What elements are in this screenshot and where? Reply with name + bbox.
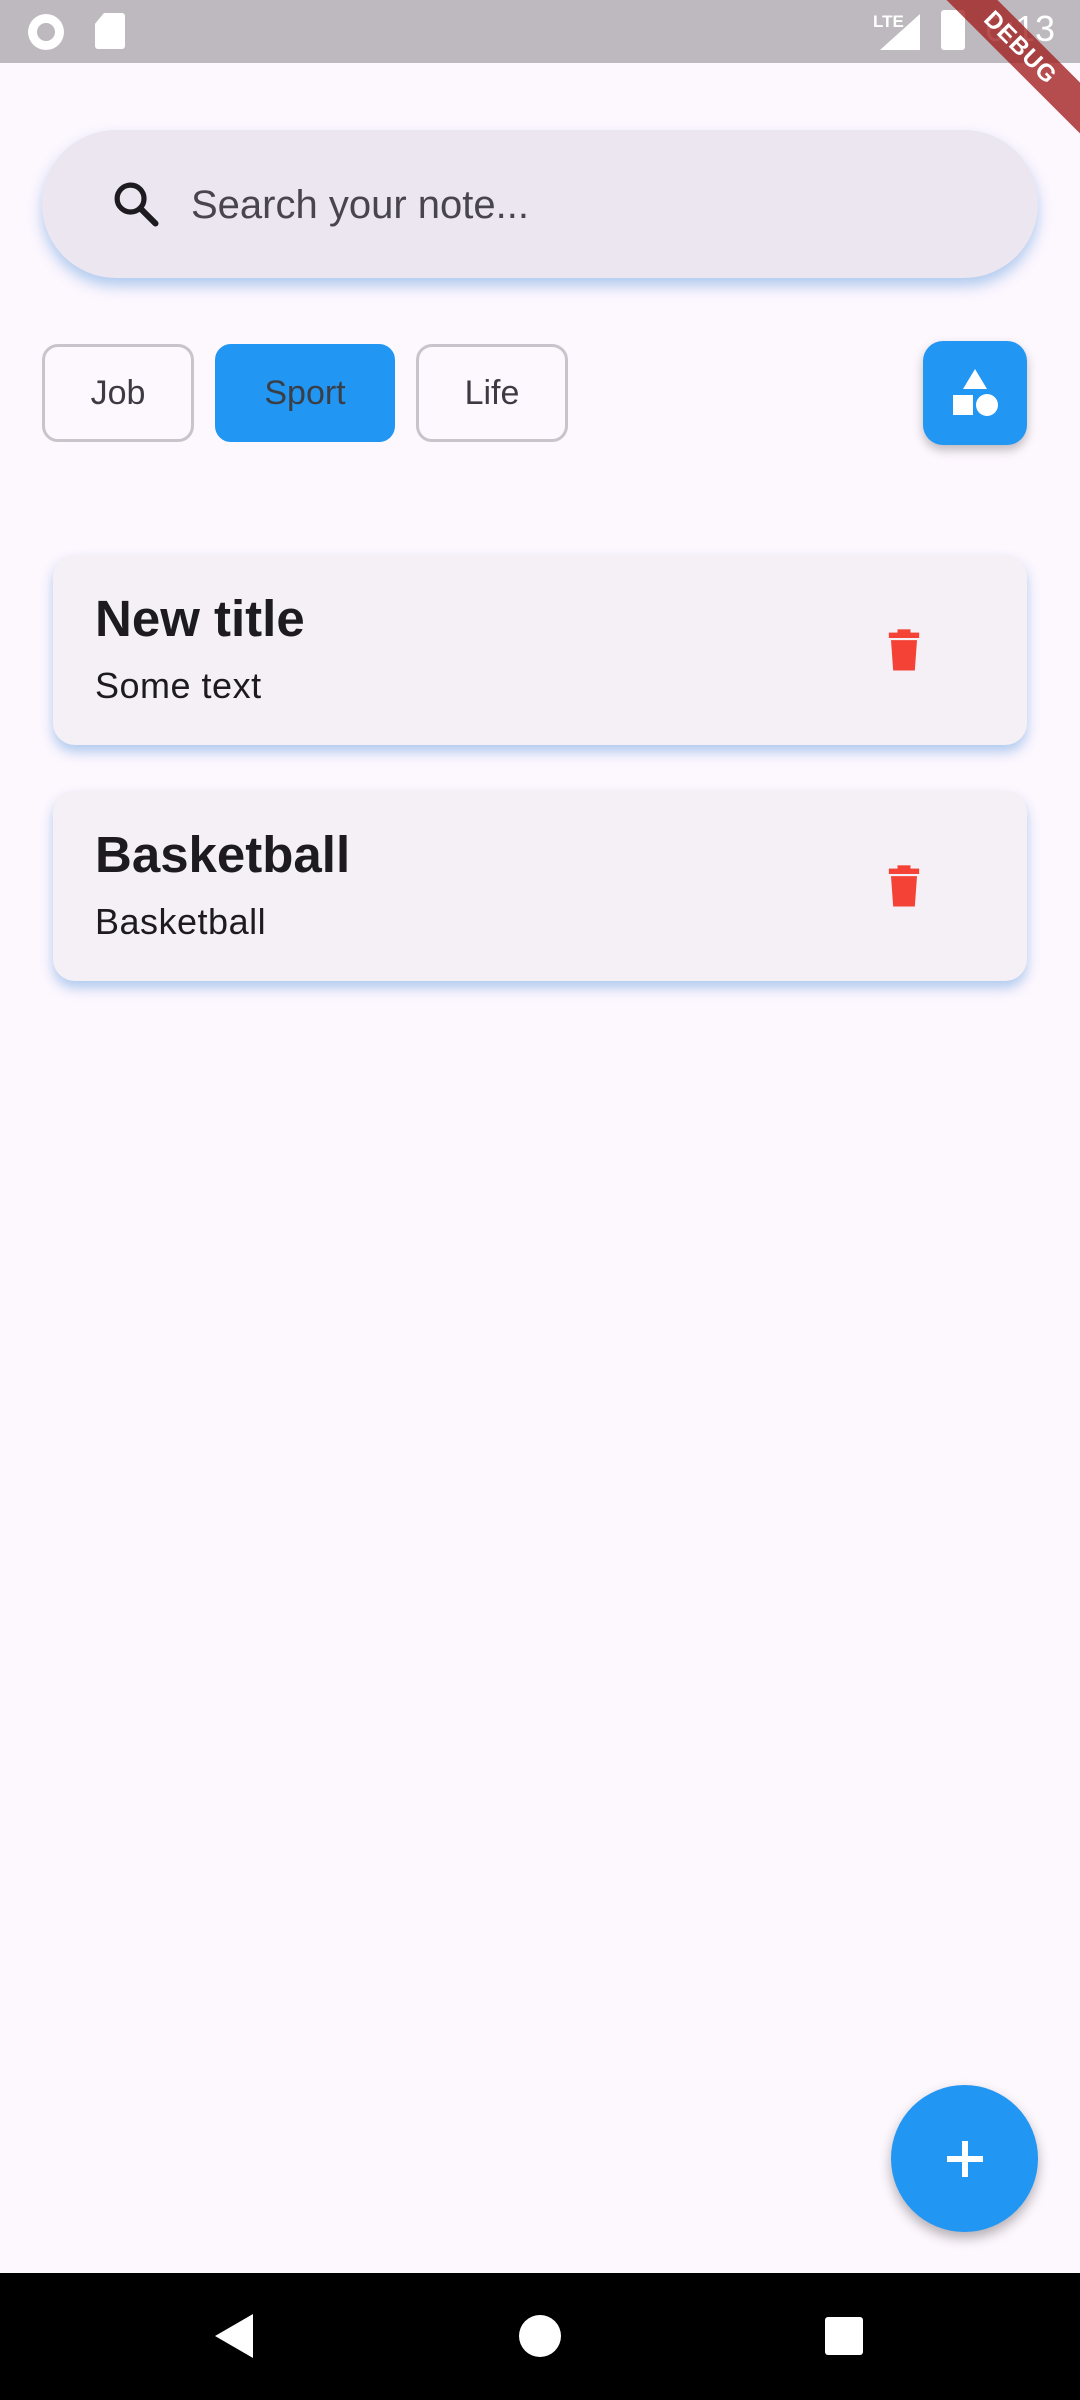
category-chip-life[interactable]: Life [416, 344, 568, 442]
battery-icon [941, 10, 965, 50]
system-nav-bar [0, 2273, 1080, 2400]
chip-label: Sport [264, 373, 346, 412]
chip-label: Job [90, 373, 146, 412]
note-body: Basketball [95, 901, 267, 942]
recents-icon[interactable] [825, 2317, 863, 2355]
note-title: Basketball [95, 826, 351, 883]
category-shapes-icon [953, 369, 998, 416]
search-bar[interactable] [42, 130, 1038, 278]
trash-icon[interactable] [878, 861, 930, 913]
add-note-button[interactable] [891, 2085, 1038, 2232]
chip-label: Life [464, 373, 520, 412]
sd-card-icon [95, 13, 125, 49]
plus-icon [947, 2141, 983, 2177]
home-icon[interactable] [519, 2315, 561, 2357]
note-card[interactable]: New title Some text [53, 555, 1027, 745]
search-input[interactable] [189, 168, 973, 242]
note-body: Some text [95, 665, 262, 706]
search-icon [114, 182, 159, 227]
record-icon [28, 14, 64, 50]
signal-icon [880, 14, 920, 50]
category-manage-button[interactable] [923, 341, 1027, 445]
back-icon[interactable] [215, 2314, 253, 2358]
note-title: New title [95, 590, 305, 647]
category-chip-job[interactable]: Job [42, 344, 194, 442]
status-bar: LTE 6:13 DEBUG [0, 0, 1080, 153]
category-chip-sport[interactable]: Sport [215, 344, 395, 442]
trash-icon[interactable] [878, 625, 930, 677]
note-card[interactable]: Basketball Basketball [53, 791, 1027, 981]
